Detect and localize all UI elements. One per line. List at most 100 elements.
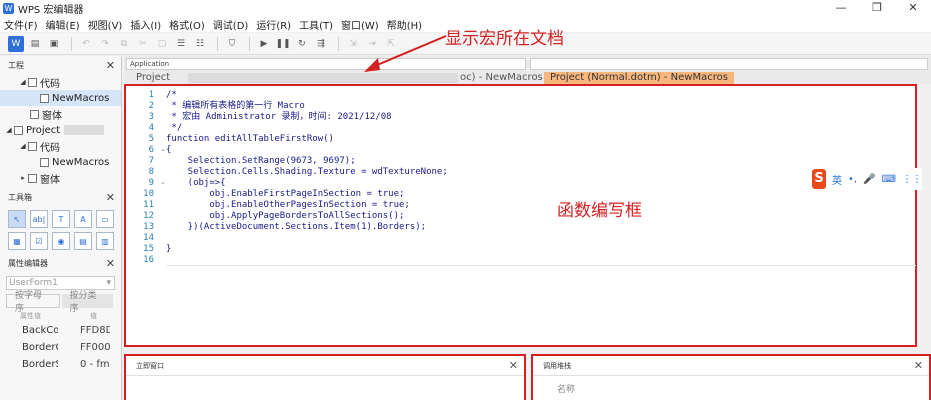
chevron-down-icon[interactable]: ◢ xyxy=(18,142,28,150)
text-tool-icon[interactable]: A xyxy=(74,210,92,228)
undo-icon[interactable]: ↶ xyxy=(78,36,94,52)
close-icon[interactable]: ✕ xyxy=(509,359,518,372)
code-line: * 宏由 Administrator 录制，时间: 2021/12/08 xyxy=(166,112,392,122)
tree-item-label: Project xyxy=(26,124,61,136)
copy-icon[interactable]: ⧉ xyxy=(116,36,132,52)
microphone-icon[interactable]: 🎤 xyxy=(863,174,875,185)
redacted-text xyxy=(64,125,105,135)
redo-icon[interactable]: ↷ xyxy=(97,36,113,52)
pointer-tool-icon[interactable]: ↖ xyxy=(8,210,26,228)
fold-toggle-icon[interactable]: ⌄ xyxy=(160,145,166,153)
close-button[interactable]: ✕ xyxy=(895,0,931,16)
window-title: WPS 宏编辑器 xyxy=(18,4,84,16)
close-icon[interactable]: ✕ xyxy=(106,257,115,270)
listbox-tool-icon[interactable]: ▦ xyxy=(8,232,26,250)
line-number: 5 xyxy=(148,134,154,144)
new-module-icon[interactable]: ▤ xyxy=(27,36,43,52)
tree-item-code[interactable]: ◢ 代码 xyxy=(0,138,121,154)
radio-tool-icon[interactable]: ◉ xyxy=(52,232,70,250)
prop-name: BorderStyle xyxy=(22,359,58,370)
menu-tools[interactable]: 工具(T) xyxy=(299,17,333,32)
toolbar-divider xyxy=(71,36,72,51)
module-icon xyxy=(40,157,49,167)
chevron-down-icon[interactable]: ◢ xyxy=(4,126,14,134)
checkbox-tool-icon[interactable]: ☑ xyxy=(30,232,48,250)
call-stack-pane: 调用堆栈 ✕ 名称 xyxy=(531,354,931,400)
fold-toggle-icon[interactable]: ⌄ xyxy=(160,178,166,186)
image-tool-icon[interactable]: ▥ xyxy=(96,232,114,250)
ime-language-toggle[interactable]: 英 xyxy=(832,172,842,187)
close-icon[interactable]: ✕ xyxy=(106,191,115,204)
tree-item-project[interactable]: ◢ Project xyxy=(0,122,121,138)
menu-insert[interactable]: 插入(I) xyxy=(130,17,161,32)
code-line-current xyxy=(166,255,916,266)
procedure-dropdown[interactable] xyxy=(530,58,928,70)
textbox-tool-icon[interactable]: ab| xyxy=(30,210,48,228)
ime-logo-icon[interactable]: S xyxy=(812,169,827,189)
menu-debug[interactable]: 调试(D) xyxy=(213,17,249,32)
chevron-down-icon: ▾ xyxy=(106,278,111,288)
tab-alphabetic[interactable]: 按字母序 xyxy=(6,291,60,314)
chevron-down-icon[interactable]: ◢ xyxy=(18,78,28,86)
pause-icon[interactable]: ❚❚ xyxy=(275,36,291,52)
chevron-right-icon[interactable]: ▸ xyxy=(18,174,28,182)
props-panel-header: 属性编辑器 ✕ xyxy=(0,254,121,272)
folder-icon xyxy=(28,173,37,183)
line-number: 8 xyxy=(148,167,154,177)
code-editor[interactable]: 1 2 3 4 5 6 7 8 9 10 11 12 13 14 15 16 ⌄… xyxy=(124,84,917,347)
tab-project[interactable]: Project xyxy=(136,72,170,84)
tree-item-label: 代码 xyxy=(40,142,60,154)
table-row[interactable]: BorderStyle 0 - fmBo xyxy=(0,356,121,373)
menu-format[interactable]: 格式(O) xyxy=(169,17,205,32)
save-icon[interactable]: ▣ xyxy=(46,36,62,52)
tree-item-forms[interactable]: ▸ 窗体 xyxy=(0,170,121,186)
object-browser-icon[interactable]: ⛉ xyxy=(224,36,240,52)
tab-categorized[interactable]: 按分类序 xyxy=(61,291,113,314)
punctuation-icon[interactable]: •, xyxy=(848,174,857,185)
table-row[interactable]: BorderColor FF0000 xyxy=(0,339,121,356)
frame-tool-icon[interactable]: ▭ xyxy=(96,210,114,228)
line-number: 16 xyxy=(143,255,154,265)
tab-normal-newmacros[interactable]: Project (Normal.dotm) - NewMacros xyxy=(544,72,734,84)
paste-icon[interactable]: ▢ xyxy=(154,36,170,52)
step-into-icon[interactable]: ⇲ xyxy=(345,36,361,52)
maximize-button[interactable]: ❐ xyxy=(859,0,895,16)
indent-icon[interactable]: ☰ xyxy=(173,36,189,52)
run-icon[interactable]: ▶ xyxy=(256,36,272,52)
minimize-button[interactable]: — xyxy=(823,0,859,16)
object-dropdown[interactable]: Application xyxy=(126,58,526,70)
toolbar-divider xyxy=(217,36,218,51)
annotation-doc-label: 显示宏所在文档 xyxy=(445,29,564,49)
toolbox-panel-title: 工具箱 xyxy=(8,192,32,202)
table-row[interactable]: BackColor FFD8D8 xyxy=(0,322,121,339)
prop-name: BorderColor xyxy=(22,342,58,353)
wps-icon[interactable]: W xyxy=(8,35,24,52)
code-line: obj.EnableOtherPagesInSection = true; xyxy=(166,200,410,210)
outdent-icon[interactable]: ☷ xyxy=(192,36,208,52)
combobox-tool-icon[interactable]: ▤ xyxy=(74,232,92,250)
toolbox-panel-header: 工具箱 ✕ xyxy=(0,188,121,206)
tree-item-forms[interactable]: 窗体 xyxy=(0,106,121,122)
close-icon[interactable]: ✕ xyxy=(914,359,923,372)
step-icon[interactable]: ⇶ xyxy=(313,36,329,52)
keyboard-icon[interactable]: ⌨ xyxy=(882,174,896,185)
line-number: 4 xyxy=(148,123,154,133)
menu-edit[interactable]: 编辑(E) xyxy=(46,17,80,32)
tree-item-code[interactable]: ◢ 代码 xyxy=(0,74,121,90)
tab-doc-newmacros[interactable]: oc) - NewMacros xyxy=(460,72,543,84)
tree-item-newmacros[interactable]: NewMacros xyxy=(0,154,121,170)
reset-icon[interactable]: ↻ xyxy=(294,36,310,52)
label-tool-icon[interactable]: T xyxy=(52,210,70,228)
menu-file[interactable]: 文件(F) xyxy=(4,17,38,32)
tree-item-label: 窗体 xyxy=(40,174,60,186)
title-bar: W WPS 宏编辑器 — ❐ ✕ xyxy=(0,0,931,16)
tree-item-newmacros[interactable]: NewMacros xyxy=(0,90,121,106)
menu-view[interactable]: 视图(V) xyxy=(88,17,123,32)
close-icon[interactable]: ✕ xyxy=(106,59,115,72)
props-col-value: 值 xyxy=(90,312,97,320)
annotation-arrow-icon xyxy=(364,35,447,72)
cut-icon[interactable]: ✂ xyxy=(135,36,151,52)
grid-menu-icon[interactable]: ⋮⋮ xyxy=(902,174,922,185)
line-number: 6 xyxy=(148,145,154,155)
menu-run[interactable]: 运行(R) xyxy=(256,17,291,32)
